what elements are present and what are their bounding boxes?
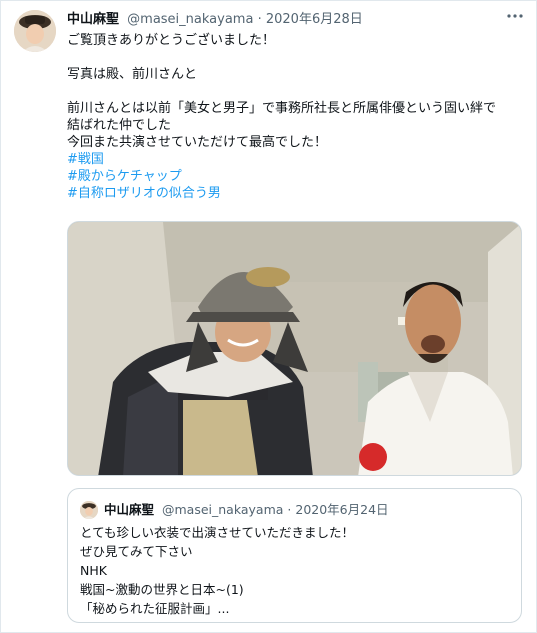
- avatar[interactable]: [14, 10, 56, 52]
- quoted-user-handle: @masei_nakayama: [162, 502, 284, 517]
- tweet-card[interactable]: 中山麻聖 @masei_nakayama · 2020年6月28日 ご覧頂きあり…: [0, 0, 537, 633]
- user-handle[interactable]: @masei_nakayama: [127, 12, 253, 27]
- quoted-text-line: 戦国~激動の世界と日本~(1): [80, 582, 244, 597]
- separator-dot: ·: [287, 502, 292, 517]
- tweet-text-line: 結ばれた仲でした: [67, 118, 172, 133]
- quoted-text: とても珍しい衣装で出演させていただきました！ ぜひ見てみて下さい NHK 戦国~…: [80, 523, 510, 618]
- quoted-avatar: [80, 501, 98, 519]
- quoted-text-line: ぜひ見てみて下さい: [80, 544, 193, 559]
- tweet-text-line: 前川さんとは以前「美女と男子」で事務所社長と所属俳優という固い絆で: [67, 101, 497, 116]
- tweet-text: ご覧頂きありがとうございました！ 写真は殿、前川さんと 前川さんとは以前「美女と…: [67, 32, 527, 202]
- more-horizontal-icon: [507, 14, 523, 18]
- quoted-tweet[interactable]: 中山麻聖 @masei_nakayama · 2020年6月24日 とても珍しい…: [67, 488, 522, 623]
- separator-dot: ·: [257, 12, 262, 27]
- quoted-header: 中山麻聖 @masei_nakayama · 2020年6月24日: [104, 502, 389, 518]
- quoted-text-line: NHK: [80, 563, 107, 578]
- quoted-text-line: とても珍しい衣装で出演させていただきました！: [80, 525, 355, 540]
- more-options-icon[interactable]: [503, 7, 527, 27]
- hashtag-link[interactable]: #殿からケチャップ: [67, 168, 527, 185]
- tweet-text-line: 今回また共演させていただけて最高でした！: [67, 135, 328, 150]
- quoted-date: 2020年6月24日: [295, 502, 389, 517]
- quoted-display-name: 中山麻聖: [104, 502, 155, 517]
- tweet-photo[interactable]: [67, 221, 522, 476]
- display-name[interactable]: 中山麻聖: [67, 12, 119, 27]
- tweet-text-line: 写真は殿、前川さんと: [67, 67, 198, 82]
- tweet-text-line: ご覧頂きありがとうございました！: [67, 33, 276, 48]
- hashtag-link[interactable]: #自称ロザリオの似合う男: [67, 185, 527, 202]
- tweet-header: 中山麻聖 @masei_nakayama · 2020年6月28日: [67, 12, 363, 28]
- hashtag-link[interactable]: #戦国: [67, 151, 527, 168]
- quoted-text-line: 「秘められた征服計画」...: [80, 601, 230, 616]
- tweet-date[interactable]: 2020年6月28日: [266, 12, 363, 27]
